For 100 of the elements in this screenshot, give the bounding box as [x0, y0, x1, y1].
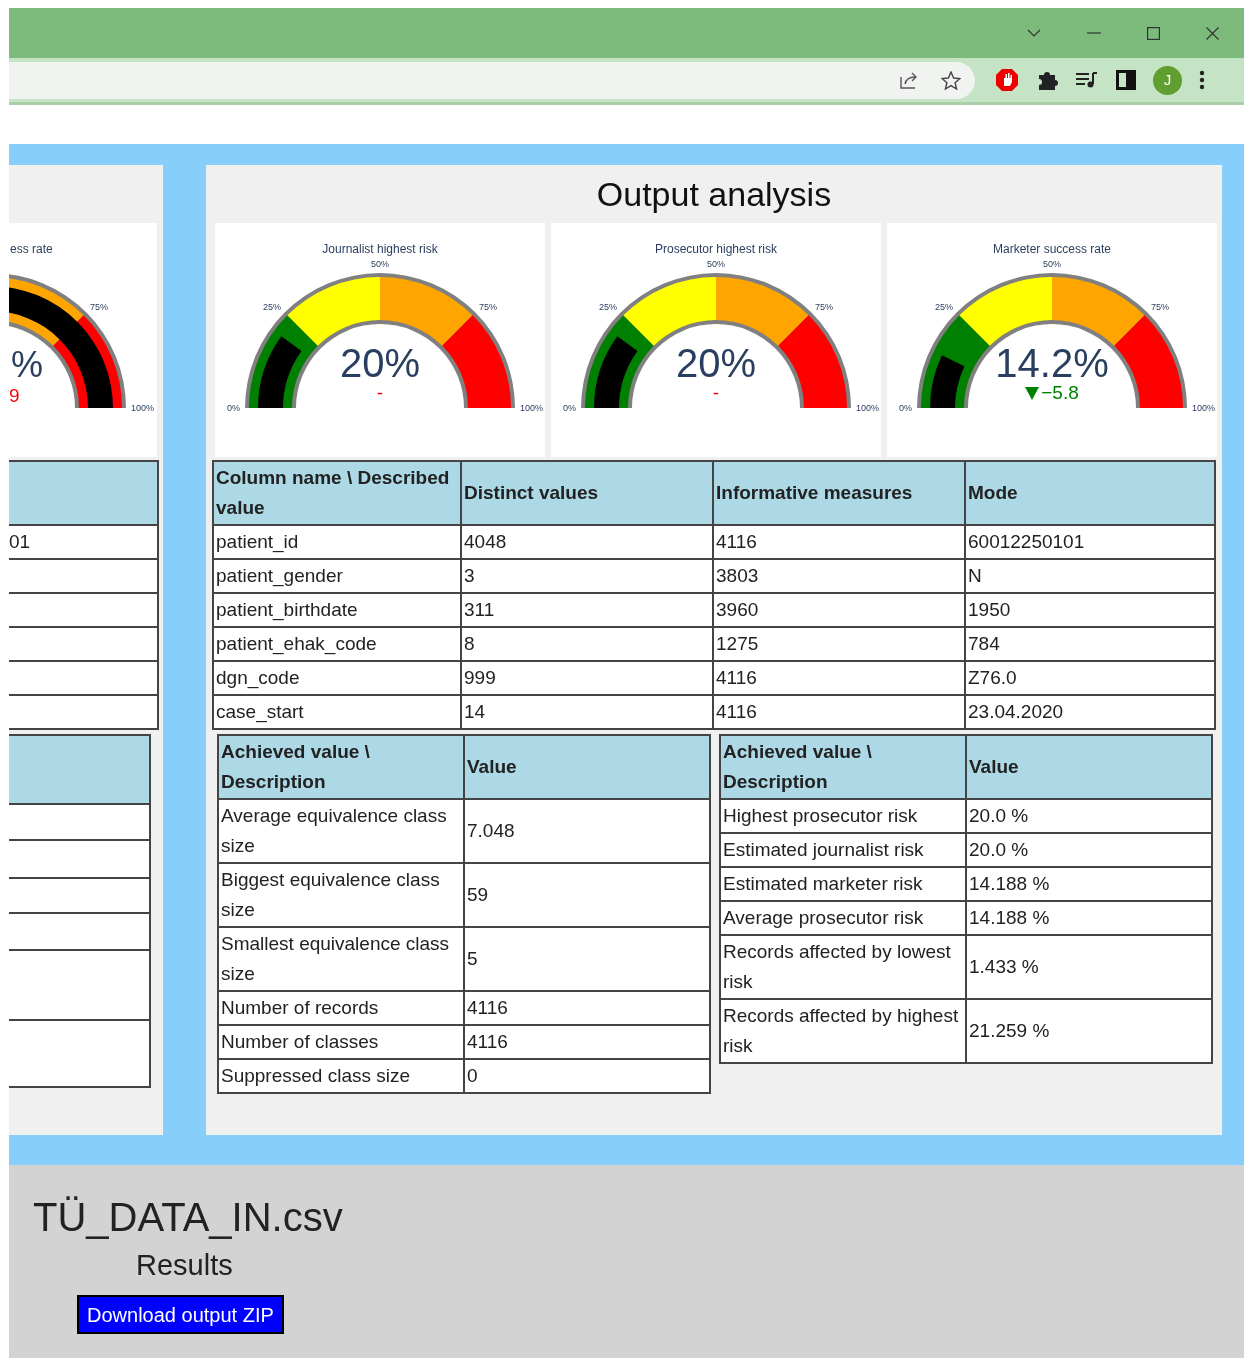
- table-cell: 5: [464, 927, 710, 991]
- gauge-tick-label: 0%: [563, 403, 576, 413]
- column-header: Achieved value \ Description: [218, 735, 464, 799]
- table-cell: 59: [464, 863, 710, 927]
- table-cell: 784: [965, 627, 1215, 661]
- gauge-tick-label: 100%: [520, 403, 544, 413]
- table-cell: patient_birthdate: [213, 593, 461, 627]
- gauge-tick-label: 100%: [856, 403, 880, 413]
- gauge-tick-label: 75%: [90, 302, 108, 312]
- gauge-tick-label: 0%: [899, 403, 912, 413]
- gauge-tick-label: 75%: [1151, 302, 1169, 312]
- table-cell: 0: [464, 1059, 710, 1093]
- gauge-level-bar: [258, 336, 302, 408]
- table-cell: 7.048: [464, 799, 710, 863]
- gauge-delta: −5.8: [1041, 383, 1079, 403]
- table-cell: 14: [461, 695, 713, 729]
- table-cell: 3960: [713, 593, 965, 627]
- table-cell: 4116: [713, 695, 965, 729]
- maximize-icon[interactable]: [1147, 26, 1160, 40]
- column-header: Achieved value \ Description: [720, 735, 966, 799]
- table-cell: case_start: [213, 695, 461, 729]
- table-cell: Records affected by highest risk: [720, 999, 966, 1063]
- gauge-title: Journalist highest risk: [322, 242, 438, 256]
- table-cell: 4116: [464, 991, 710, 1025]
- gauge-value: 14.2%: [995, 341, 1109, 385]
- table-cell: Highest prosecutor risk: [720, 799, 966, 833]
- table-cell: Number of records: [218, 991, 464, 1025]
- gauge-title: Prosecutor highest risk: [654, 242, 778, 256]
- table-cell: 999: [461, 661, 713, 695]
- table-cell: patient_ehak_code: [213, 627, 461, 661]
- more-menu-icon[interactable]: [1199, 70, 1205, 90]
- table-cell: Estimated marketer risk: [720, 867, 966, 901]
- table-cell: 311: [461, 593, 713, 627]
- table-cell: Smallest equivalence class size: [218, 927, 464, 991]
- table-cell: 14.188 %: [966, 901, 1212, 935]
- playlist-icon[interactable]: [1075, 70, 1099, 90]
- table-cell: N: [965, 559, 1215, 593]
- table-cell: Records affected by lowest risk: [720, 935, 966, 999]
- table-cell: 20.0 %: [966, 833, 1212, 867]
- close-icon[interactable]: [1206, 26, 1219, 40]
- table-cell: 1.433 %: [966, 935, 1212, 999]
- table-cell: patient_id: [213, 525, 461, 559]
- gauge-tick-label: 100%: [131, 403, 155, 413]
- table-cell: 14.188 %: [966, 867, 1212, 901]
- column-header: Distinct values: [461, 461, 713, 525]
- table-cell: Estimated journalist risk: [720, 833, 966, 867]
- puzzle-icon[interactable]: [1036, 69, 1058, 91]
- table-cell: 3: [461, 559, 713, 593]
- down-arrow-icon: [1025, 386, 1040, 400]
- chevron-down-icon[interactable]: [1027, 29, 1041, 37]
- gauge-tick-label: 50%: [707, 259, 725, 269]
- column-header: Value: [966, 735, 1212, 799]
- table-cell: 4116: [464, 1025, 710, 1059]
- column-header: Mode: [965, 461, 1215, 525]
- table-cell: 23.04.2020: [965, 695, 1215, 729]
- table-cell: Suppressed class size: [218, 1059, 464, 1093]
- table-cell: Average prosecutor risk: [720, 901, 966, 935]
- gauge-title: ess rate: [10, 242, 53, 256]
- table-cell: Number of classes: [218, 1025, 464, 1059]
- table-cell: 1950: [965, 593, 1215, 627]
- panel-title: Output analysis: [596, 173, 832, 215]
- gauge-level-bar: [930, 355, 965, 408]
- gauge-level-bar: [594, 336, 638, 408]
- share-icon[interactable]: [899, 71, 919, 89]
- gauge-tick-label: 0%: [227, 403, 240, 413]
- table-cell: Biggest equivalence class size: [218, 863, 464, 927]
- column-header: Informative measures: [713, 461, 965, 525]
- gauge-tick-label: 75%: [815, 302, 833, 312]
- download-button[interactable]: Download output ZIP: [77, 1295, 284, 1334]
- stop-hand-icon[interactable]: [995, 68, 1019, 92]
- gauge-tick-label: 100%: [1192, 403, 1216, 413]
- table-cell: 4116: [713, 525, 965, 559]
- gauge-tick-label: 25%: [599, 302, 617, 312]
- gauge-tick-label: 25%: [935, 302, 953, 312]
- gauge-value: 20%: [675, 341, 757, 385]
- gauge-value: %: [11, 345, 43, 385]
- gauge-tick-label: 50%: [371, 259, 389, 269]
- table-cell: 01: [9, 525, 158, 559]
- file-name-heading: TÜ_DATA_IN.csv: [33, 1194, 344, 1241]
- table-cell: 8: [461, 627, 713, 661]
- table-cell: 3803: [713, 559, 965, 593]
- gauge-value: 20%: [339, 341, 421, 385]
- side-panel-icon[interactable]: [1116, 70, 1136, 90]
- gauge-tick-label: 50%: [1043, 259, 1061, 269]
- table-cell: 1275: [713, 627, 965, 661]
- results-heading: Results: [136, 1248, 234, 1283]
- gauge-delta: -: [712, 383, 720, 403]
- gauge-delta: 9: [9, 386, 20, 406]
- gauge-tick-label: 25%: [263, 302, 281, 312]
- gauge-title: Marketer success rate: [992, 242, 1111, 256]
- star-icon[interactable]: [941, 70, 961, 90]
- table-cell: dgn_code: [213, 661, 461, 695]
- table-cell: 60012250101: [965, 525, 1215, 559]
- table-cell: 21.259 %: [966, 999, 1212, 1063]
- gauge-tick-label: 75%: [479, 302, 497, 312]
- table-cell: Average equivalence class size: [218, 799, 464, 863]
- table-cell: 4048: [461, 525, 713, 559]
- gauge-delta: -: [376, 383, 384, 403]
- table-cell: 4116: [713, 661, 965, 695]
- table-cell: 20.0 %: [966, 799, 1212, 833]
